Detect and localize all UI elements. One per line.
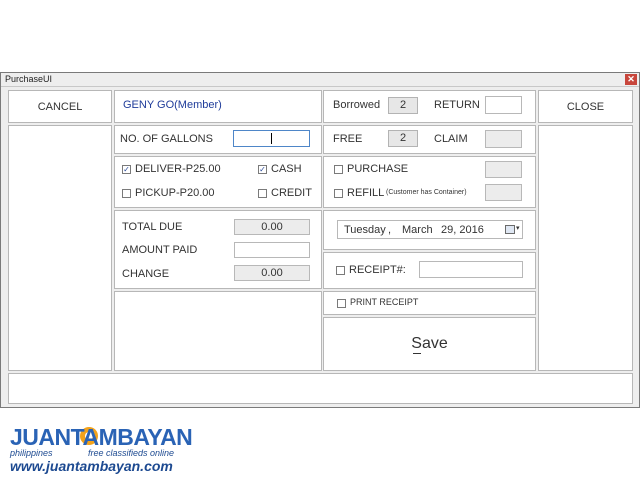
purchase-refill-panel: PURCHASE REFILL (Customer has Container) xyxy=(323,156,536,208)
gallons-input[interactable] xyxy=(233,130,310,147)
date-separator: , xyxy=(388,224,392,236)
svg-text:JUANTAMBAYAN: JUANTAMBAYAN xyxy=(10,424,192,450)
status-bar xyxy=(8,373,633,404)
free-label: FREE xyxy=(333,133,363,145)
watermark-tagline: free classifieds online xyxy=(88,448,175,458)
pickup-checkbox[interactable] xyxy=(122,189,131,198)
cancel-button[interactable]: CANCEL xyxy=(8,90,112,123)
window-title: PurchaseUI xyxy=(5,74,53,84)
claim-label: CLAIM xyxy=(434,133,468,145)
purchase-label: PURCHASE xyxy=(347,163,409,175)
refill-field xyxy=(485,184,522,201)
pickup-label: PICKUP-P20.00 xyxy=(135,187,215,199)
cancel-label: CANCEL xyxy=(37,101,83,113)
credit-label: CREDIT xyxy=(271,187,312,199)
delivery-panel: ✓ DELIVER-P25.00 ✓ CASH PICKUP-P20.00 CR… xyxy=(114,156,322,208)
credit-checkbox[interactable] xyxy=(258,189,267,198)
title-bar: PurchaseUI ✕ xyxy=(1,73,639,87)
print-receipt-label: PRINT RECEIPT xyxy=(350,297,419,307)
watermark-url: www.juantambayan.com xyxy=(10,458,173,474)
refill-checkbox[interactable] xyxy=(334,189,343,198)
borrowed-panel: Borrowed 2 RETURN xyxy=(323,90,536,123)
date-weekday: Tuesday xyxy=(344,224,386,236)
window-close-icon[interactable]: ✕ xyxy=(625,74,637,85)
right-empty-panel xyxy=(538,125,633,371)
juantambayan-watermark: JUANTAMBAYAN philippines free classified… xyxy=(0,420,220,476)
purchase-checkbox[interactable] xyxy=(334,165,343,174)
purchase-field xyxy=(485,161,522,178)
change-field: 0.00 xyxy=(234,265,310,281)
purchase-window: PurchaseUI ✕ CANCEL GENY GO(Member) NO. … xyxy=(0,72,640,408)
deliver-label: DELIVER-P25.00 xyxy=(135,163,221,175)
notes-panel xyxy=(114,291,322,371)
total-due-field: 0.00 xyxy=(234,219,310,235)
borrowed-count: 2 xyxy=(388,97,418,114)
refill-label: REFILL xyxy=(347,187,385,199)
close-button[interactable]: CLOSE xyxy=(538,90,633,123)
calendar-icon[interactable] xyxy=(505,225,515,234)
text-caret xyxy=(271,133,272,144)
receipt-checkbox[interactable] xyxy=(336,266,345,275)
refill-note: (Customer has Container) xyxy=(386,189,467,196)
date-panel: Tuesday , March 29, 2016 ▾ xyxy=(323,210,536,250)
print-receipt-panel: PRINT RECEIPT xyxy=(323,291,536,315)
date-month: March xyxy=(402,224,433,236)
cash-checkbox[interactable]: ✓ xyxy=(258,165,267,174)
print-receipt-checkbox[interactable] xyxy=(337,299,346,308)
borrowed-label: Borrowed xyxy=(333,99,381,111)
save-label: Save xyxy=(411,335,448,352)
chevron-down-icon: ▾ xyxy=(516,225,520,232)
total-due-label: TOTAL DUE xyxy=(122,221,183,233)
left-empty-panel xyxy=(8,125,112,371)
date-picker[interactable]: Tuesday , March 29, 2016 ▾ xyxy=(337,220,523,239)
receipt-panel: RECEIPT#: xyxy=(323,252,536,289)
amount-paid-input[interactable] xyxy=(234,242,310,258)
save-access-key-underline xyxy=(413,353,421,354)
amount-paid-label: AMOUNT PAID xyxy=(122,244,198,256)
return-label: RETURN xyxy=(434,99,480,111)
free-count: 2 xyxy=(388,130,418,147)
date-day-year: 29, 2016 xyxy=(441,224,484,236)
receipt-input[interactable] xyxy=(419,261,523,278)
watermark-country: philippines xyxy=(10,448,53,458)
close-label: CLOSE xyxy=(566,101,605,113)
deliver-checkbox[interactable]: ✓ xyxy=(122,165,131,174)
return-input[interactable] xyxy=(485,96,522,114)
free-panel: FREE 2 CLAIM xyxy=(323,125,536,154)
totals-panel: TOTAL DUE 0.00 AMOUNT PAID CHANGE 0.00 xyxy=(114,210,322,289)
cash-label: CASH xyxy=(271,163,302,175)
customer-panel: GENY GO(Member) xyxy=(114,90,322,123)
claim-field xyxy=(485,130,522,148)
gallons-panel: NO. OF GALLONS xyxy=(114,125,322,154)
customer-name: GENY GO(Member) xyxy=(123,99,222,111)
gallons-label: NO. OF GALLONS xyxy=(120,133,213,145)
change-label: CHANGE xyxy=(122,268,170,280)
save-button[interactable]: Save xyxy=(323,317,536,371)
receipt-label: RECEIPT#: xyxy=(349,264,406,276)
